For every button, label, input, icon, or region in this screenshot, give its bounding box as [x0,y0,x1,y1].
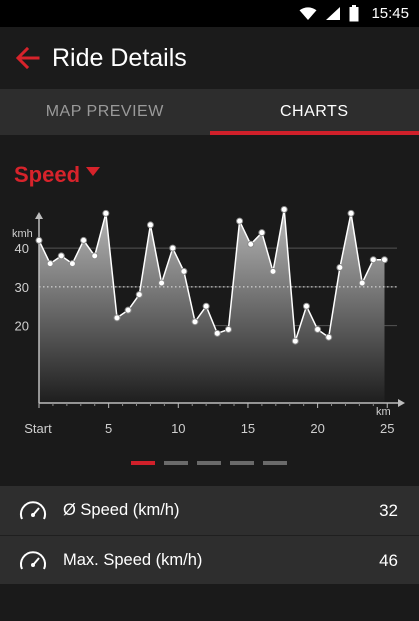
data-point [224,325,232,333]
metric-dropdown-label: Speed [14,162,81,187]
gauge-icon [20,500,46,519]
status-bar: 15:45 [0,0,419,27]
x-axis-label: km [376,406,391,418]
stat-label: Max. Speed (km/h) [63,551,203,569]
data-point [358,279,366,287]
data-point [258,229,266,237]
battery-icon [349,5,359,22]
tab-bar: MAP PREVIEW CHARTS [0,89,419,135]
data-point [91,252,99,260]
data-point [213,329,221,337]
y-tick-label: 20 [15,319,29,334]
data-point [347,209,355,217]
x-tick-label: 20 [310,421,324,436]
data-point [46,260,54,268]
speed-chart: Start 5 10 15 20 25 20 30 40kmh km [12,205,405,436]
page-indicator-dot [263,461,287,465]
page-indicator [131,461,287,465]
data-point [236,217,244,225]
data-point [269,267,277,275]
x-tick-label: 25 [380,421,394,436]
data-point [247,240,255,248]
data-point [124,306,132,314]
data-point [325,333,333,341]
data-point [68,260,76,268]
stat-value: 32 [379,500,398,520]
signal-icon [326,7,341,20]
page-indicator-dot [230,461,254,465]
stat-row-avg-speed: Ø Speed (km/h) 32 [0,486,419,535]
data-point [113,314,121,322]
x-axis-arrow-icon [398,399,405,407]
data-point [336,264,344,272]
stat-row-max-speed: Max. Speed (km/h) 46 [0,535,419,585]
stats-panel: Ø Speed (km/h) 32 Max. Speed (km/h) 46 [0,486,419,584]
data-point [169,244,177,252]
x-tick-label: Start [24,421,52,436]
gauge-icon [20,550,46,569]
data-point [191,318,199,326]
page-indicator-dot [131,461,155,465]
metric-dropdown[interactable]: Speed [14,162,101,188]
tab-charts[interactable]: CHARTS [209,89,419,135]
data-point [302,302,310,310]
data-point [202,302,210,310]
status-time: 15:45 [371,5,409,22]
y-tick-label: 40 [15,241,29,256]
back-button[interactable] [2,27,54,89]
x-tick-label: 5 [105,421,112,436]
data-point [57,252,65,260]
data-point [369,256,377,264]
data-point [102,209,110,217]
back-arrow-icon [16,47,40,69]
data-point [180,267,188,275]
data-point [158,279,166,287]
wifi-icon [299,6,317,20]
tab-map-preview[interactable]: MAP PREVIEW [0,89,210,135]
page-indicator-dot [164,461,188,465]
data-point [314,325,322,333]
data-point [380,256,388,264]
x-tick-label: 15 [241,421,255,436]
y-tick-label: 30 [15,280,29,295]
y-axis-arrow-icon [35,212,43,219]
data-point [280,205,288,213]
data-point [135,291,143,299]
stat-value: 46 [379,550,398,570]
page-title: Ride Details [52,43,187,72]
app-bar: Ride Details [0,27,419,89]
data-point [146,221,154,229]
y-axis-label: kmh [12,228,33,240]
stat-label: Ø Speed (km/h) [63,501,180,519]
data-point [291,337,299,345]
page-indicator-dot [197,461,221,465]
chart-area-fill [39,209,385,403]
data-point [35,236,43,244]
data-point [80,236,88,244]
x-tick-label: 10 [171,421,185,436]
caret-down-icon [86,166,101,176]
